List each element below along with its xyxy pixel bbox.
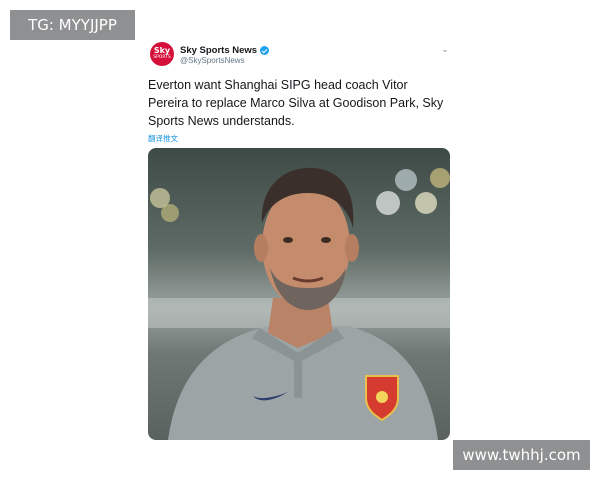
avatar-logo-text: Sky [153, 46, 171, 55]
watermark-bottom: www.twhhj.com [453, 440, 590, 470]
chevron-down-icon[interactable]: ⌄ [440, 44, 450, 54]
tweet-card: Sky SPORTS Sky Sports News @SkySportsNew… [148, 38, 452, 442]
tweet-photo[interactable] [148, 148, 450, 440]
display-name[interactable]: Sky Sports News [180, 45, 257, 56]
tweet-text: Everton want Shanghai SIPG head coach Vi… [148, 78, 444, 128]
display-name-row[interactable]: Sky Sports News [180, 45, 270, 56]
watermark-top: TG: MYYJJPP [10, 10, 135, 40]
verified-badge-icon [260, 46, 270, 55]
user-handle[interactable]: @SkySportsNews [180, 56, 245, 65]
avatar-logo-subtext: SPORTS [153, 55, 171, 60]
translate-tweet-link[interactable]: 翻译推文 [148, 133, 178, 144]
avatar[interactable]: Sky SPORTS [150, 42, 174, 66]
